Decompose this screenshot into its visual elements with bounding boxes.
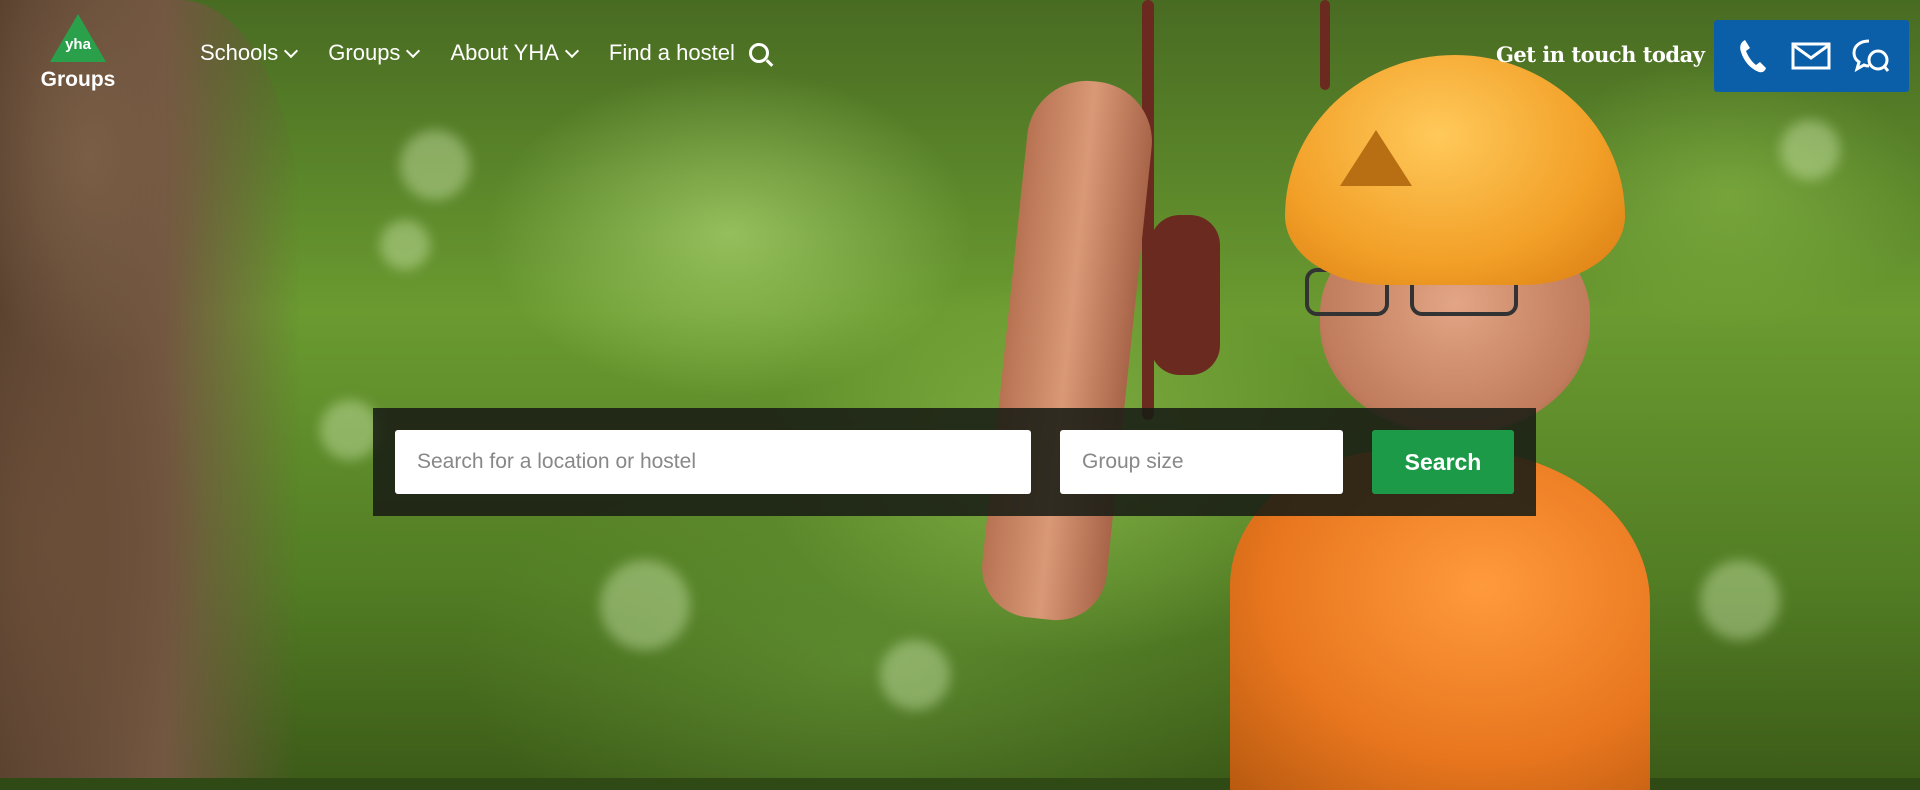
rock-face — [0, 0, 300, 778]
chevron-down-icon — [564, 43, 579, 58]
climber-arm — [977, 74, 1158, 626]
main-nav: Schools Groups About YHA Find a hostel — [200, 40, 769, 66]
nav-label: Schools — [200, 40, 279, 65]
chevron-down-icon — [406, 43, 421, 58]
chat-icon[interactable] — [1848, 33, 1894, 79]
yha-groups-logo[interactable]: yha Groups — [28, 14, 128, 92]
logo-text: Groups — [40, 68, 116, 91]
nav-item-find-hostel[interactable]: Find a hostel — [609, 40, 769, 66]
yha-triangle-icon: yha — [50, 14, 106, 62]
location-search-input[interactable] — [395, 430, 1031, 494]
nav-item-schools[interactable]: Schools — [200, 40, 299, 66]
search-panel: Search — [373, 408, 1536, 516]
search-icon — [748, 43, 769, 63]
nav-item-groups[interactable]: Groups — [328, 40, 421, 66]
nav-label: Find a hostel — [608, 40, 735, 65]
email-icon[interactable] — [1788, 33, 1834, 79]
search-button[interactable]: Search — [1372, 430, 1514, 494]
hero-background — [0, 0, 1920, 790]
phone-icon[interactable] — [1729, 33, 1775, 79]
climber-helmet — [1285, 55, 1625, 285]
nav-item-about-yha[interactable]: About YHA — [450, 40, 579, 66]
contact-box — [1714, 20, 1909, 92]
nav-label: Groups — [328, 40, 401, 65]
nav-label: About YHA — [450, 40, 559, 65]
get-in-touch-link[interactable]: Get in touch today — [1496, 42, 1705, 67]
chevron-down-icon — [284, 43, 299, 58]
group-size-input[interactable] — [1060, 430, 1343, 494]
